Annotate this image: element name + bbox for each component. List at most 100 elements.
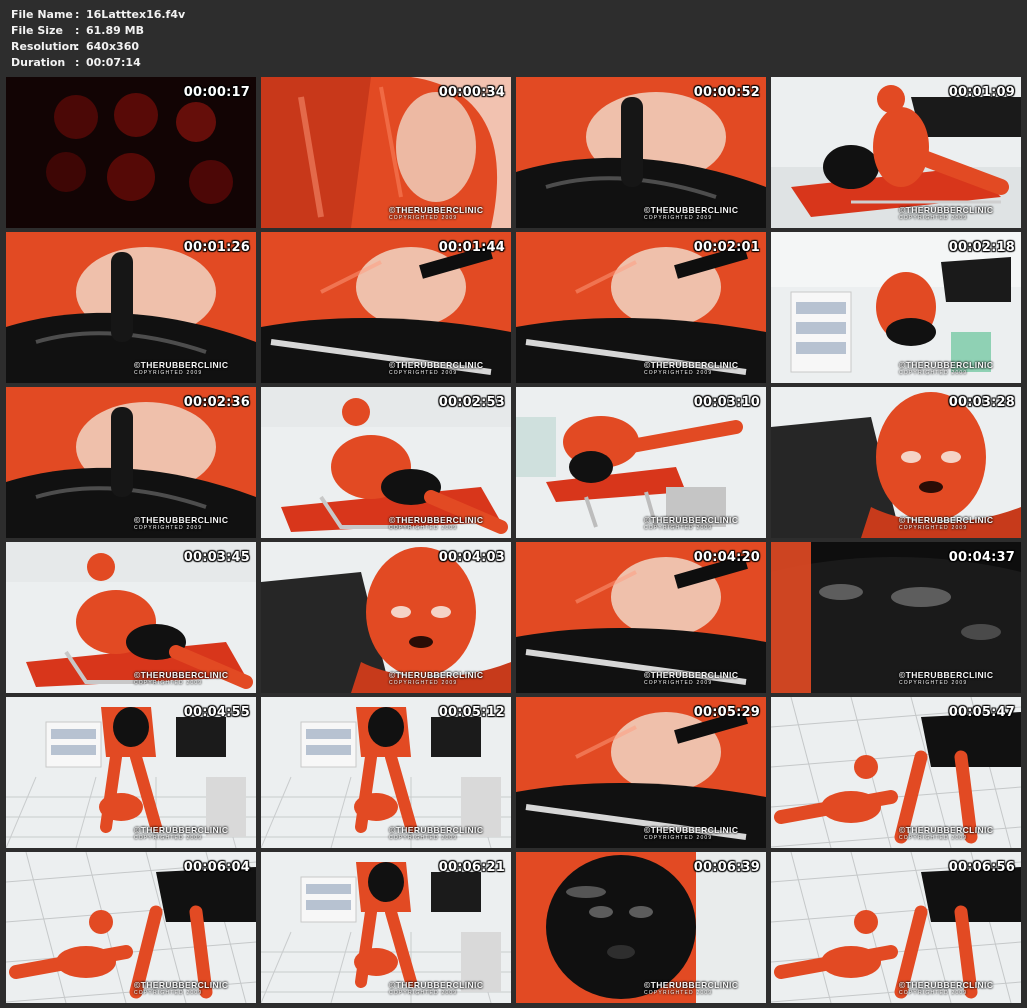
- timestamp-label: 00:02:18: [948, 240, 1015, 255]
- timestamp-label: 00:00:17: [183, 85, 250, 100]
- brand-watermark: ©THERUBBERCLINIC COPYRIGHTED 2009: [389, 206, 505, 222]
- timestamp-label: 00:05:12: [438, 705, 505, 720]
- timestamp-label: 00:04:37: [948, 550, 1015, 565]
- video-thumbnail: 00:05:47 ©THERUBBERCLINIC COPYRIGHTED 2009: [771, 697, 1021, 848]
- watermark-copyright: COPYRIGHTED 2009: [899, 370, 968, 376]
- timestamp-label: 00:03:10: [693, 395, 760, 410]
- timestamp-label: 00:02:36: [183, 395, 250, 410]
- timestamp-label: 00:06:04: [183, 860, 250, 875]
- file-info-row: Resolution : 640x360: [11, 39, 185, 55]
- video-thumbnail: 00:04:37 ©THERUBBERCLINIC COPYRIGHTED 2009: [771, 542, 1021, 693]
- watermark-copyright: COPYRIGHTED 2009: [389, 525, 458, 531]
- file-info-row: Duration : 00:07:14: [11, 55, 185, 71]
- watermark-copyright: COPYRIGHTED 2009: [134, 835, 203, 841]
- timestamp-label: 00:06:56: [948, 860, 1015, 875]
- timestamp-label: 00:00:34: [438, 85, 505, 100]
- file-info-separator: :: [75, 40, 80, 53]
- brand-watermark: ©THERUBBERCLINIC COPYRIGHTED 2009: [134, 826, 250, 842]
- brand-watermark: ©THERUBBERCLINIC COPYRIGHTED 2009: [899, 361, 1015, 377]
- file-info-label: Resolution: [11, 40, 78, 53]
- video-thumbnail: 00:02:01 ©THERUBBERCLINIC COPYRIGHTED 2009: [516, 232, 766, 383]
- video-thumbnail: 00:04:20 ©THERUBBERCLINIC COPYRIGHTED 2009: [516, 542, 766, 693]
- watermark-copyright: COPYRIGHTED 2009: [899, 215, 968, 221]
- timestamp-label: 00:00:52: [693, 85, 760, 100]
- video-thumbnail: 00:06:56 ©THERUBBERCLINIC COPYRIGHTED 2009: [771, 852, 1021, 1003]
- brand-watermark: ©THERUBBERCLINIC COPYRIGHTED 2009: [899, 516, 1015, 532]
- timestamp-label: 00:01:26: [183, 240, 250, 255]
- watermark-copyright: COPYRIGHTED 2009: [644, 680, 713, 686]
- timestamp-label: 00:04:55: [183, 705, 250, 720]
- video-thumbnail: 00:00:17: [6, 77, 256, 228]
- watermark-copyright: COPYRIGHTED 2009: [389, 835, 458, 841]
- timestamp-label: 00:02:01: [693, 240, 760, 255]
- video-thumbnail: 00:03:10 ©THERUBBERCLINIC COPYRIGHTED 2009: [516, 387, 766, 538]
- brand-watermark: ©THERUBBERCLINIC COPYRIGHTED 2009: [644, 671, 760, 687]
- watermark-copyright: COPYRIGHTED 2009: [899, 680, 968, 686]
- video-thumbnail: 00:05:12 ©THERUBBERCLINIC COPYRIGHTED 2009: [261, 697, 511, 848]
- brand-watermark: ©THERUBBERCLINIC COPYRIGHTED 2009: [644, 361, 760, 377]
- file-info-value: 61.89 MB: [86, 24, 144, 37]
- timestamp-label: 00:05:47: [948, 705, 1015, 720]
- brand-watermark: ©THERUBBERCLINIC COPYRIGHTED 2009: [389, 361, 505, 377]
- brand-watermark: ©THERUBBERCLINIC COPYRIGHTED 2009: [644, 826, 760, 842]
- brand-watermark: ©THERUBBERCLINIC COPYRIGHTED 2009: [899, 981, 1015, 997]
- video-thumbnail: 00:01:44 ©THERUBBERCLINIC COPYRIGHTED 2009: [261, 232, 511, 383]
- video-thumbnail: 00:06:21 ©THERUBBERCLINIC COPYRIGHTED 2009: [261, 852, 511, 1003]
- video-thumbnail: 00:02:53 ©THERUBBERCLINIC COPYRIGHTED 2009: [261, 387, 511, 538]
- video-thumbnail: 00:05:29 ©THERUBBERCLINIC COPYRIGHTED 2009: [516, 697, 766, 848]
- brand-watermark: ©THERUBBERCLINIC COPYRIGHTED 2009: [134, 516, 250, 532]
- watermark-copyright: COPYRIGHTED 2009: [389, 370, 458, 376]
- timestamp-label: 00:04:03: [438, 550, 505, 565]
- video-thumbnail: 00:00:34 ©THERUBBERCLINIC COPYRIGHTED 2009: [261, 77, 511, 228]
- timestamp-label: 00:06:21: [438, 860, 505, 875]
- brand-watermark: ©THERUBBERCLINIC COPYRIGHTED 2009: [134, 981, 250, 997]
- file-info-row: File Name : 16Latttex16.f4v: [11, 7, 185, 23]
- file-info-separator: :: [75, 56, 80, 69]
- video-thumbnail: 00:04:55 ©THERUBBERCLINIC COPYRIGHTED 2009: [6, 697, 256, 848]
- video-thumbnail: 00:02:36 ©THERUBBERCLINIC COPYRIGHTED 2009: [6, 387, 256, 538]
- watermark-copyright: COPYRIGHTED 2009: [389, 215, 458, 221]
- video-thumbnail: 00:06:39 ©THERUBBERCLINIC COPYRIGHTED 2009: [516, 852, 766, 1003]
- brand-watermark: ©THERUBBERCLINIC COPYRIGHTED 2009: [644, 516, 760, 532]
- brand-watermark: ©THERUBBERCLINIC COPYRIGHTED 2009: [389, 981, 505, 997]
- brand-watermark: ©THERUBBERCLINIC COPYRIGHTED 2009: [389, 671, 505, 687]
- file-info-value: 00:07:14: [86, 56, 141, 69]
- watermark-copyright: COPYRIGHTED 2009: [644, 215, 713, 221]
- timestamp-label: 00:03:45: [183, 550, 250, 565]
- brand-watermark: ©THERUBBERCLINIC COPYRIGHTED 2009: [644, 206, 760, 222]
- file-info-panel: File Name : 16Latttex16.f4v File Size : …: [11, 7, 185, 71]
- thumbnail-grid: 00:00:17 00:00:34 ©THERUBBERCLINIC COPYRIG…: [6, 77, 1021, 1003]
- file-info-separator: :: [75, 24, 80, 37]
- brand-watermark: ©THERUBBERCLINIC COPYRIGHTED 2009: [899, 671, 1015, 687]
- brand-watermark: ©THERUBBERCLINIC COPYRIGHTED 2009: [389, 826, 505, 842]
- video-thumbnail: 00:00:52 ©THERUBBERCLINIC COPYRIGHTED 2009: [516, 77, 766, 228]
- watermark-copyright: COPYRIGHTED 2009: [134, 990, 203, 996]
- watermark-copyright: COPYRIGHTED 2009: [389, 680, 458, 686]
- brand-watermark: ©THERUBBERCLINIC COPYRIGHTED 2009: [134, 361, 250, 377]
- watermark-copyright: COPYRIGHTED 2009: [134, 525, 203, 531]
- watermark-copyright: COPYRIGHTED 2009: [644, 370, 713, 376]
- file-info-label: File Name: [11, 8, 73, 21]
- watermark-copyright: COPYRIGHTED 2009: [644, 525, 713, 531]
- brand-watermark: ©THERUBBERCLINIC COPYRIGHTED 2009: [389, 516, 505, 532]
- file-info-row: File Size : 61.89 MB: [11, 23, 185, 39]
- file-info-label: File Size: [11, 24, 63, 37]
- watermark-copyright: COPYRIGHTED 2009: [899, 835, 968, 841]
- file-info-label: Duration: [11, 56, 66, 69]
- timestamp-label: 00:05:29: [693, 705, 760, 720]
- brand-watermark: ©THERUBBERCLINIC COPYRIGHTED 2009: [644, 981, 760, 997]
- video-thumbnail: 00:01:26 ©THERUBBERCLINIC COPYRIGHTED 2009: [6, 232, 256, 383]
- video-thumbnail: 00:06:04 ©THERUBBERCLINIC COPYRIGHTED 2009: [6, 852, 256, 1003]
- watermark-copyright: COPYRIGHTED 2009: [899, 525, 968, 531]
- file-info-separator: :: [75, 8, 80, 21]
- watermark-copyright: COPYRIGHTED 2009: [134, 370, 203, 376]
- watermark-copyright: COPYRIGHTED 2009: [134, 680, 203, 686]
- brand-watermark: ©THERUBBERCLINIC COPYRIGHTED 2009: [899, 826, 1015, 842]
- timestamp-label: 00:02:53: [438, 395, 505, 410]
- file-info-value: 640x360: [86, 40, 140, 53]
- timestamp-label: 00:01:09: [948, 85, 1015, 100]
- video-thumbnail: 00:03:45 ©THERUBBERCLINIC COPYRIGHTED 2009: [6, 542, 256, 693]
- timestamp-label: 00:06:39: [693, 860, 760, 875]
- watermark-copyright: COPYRIGHTED 2009: [644, 990, 713, 996]
- video-thumbnail: 00:04:03 ©THERUBBERCLINIC COPYRIGHTED 2009: [261, 542, 511, 693]
